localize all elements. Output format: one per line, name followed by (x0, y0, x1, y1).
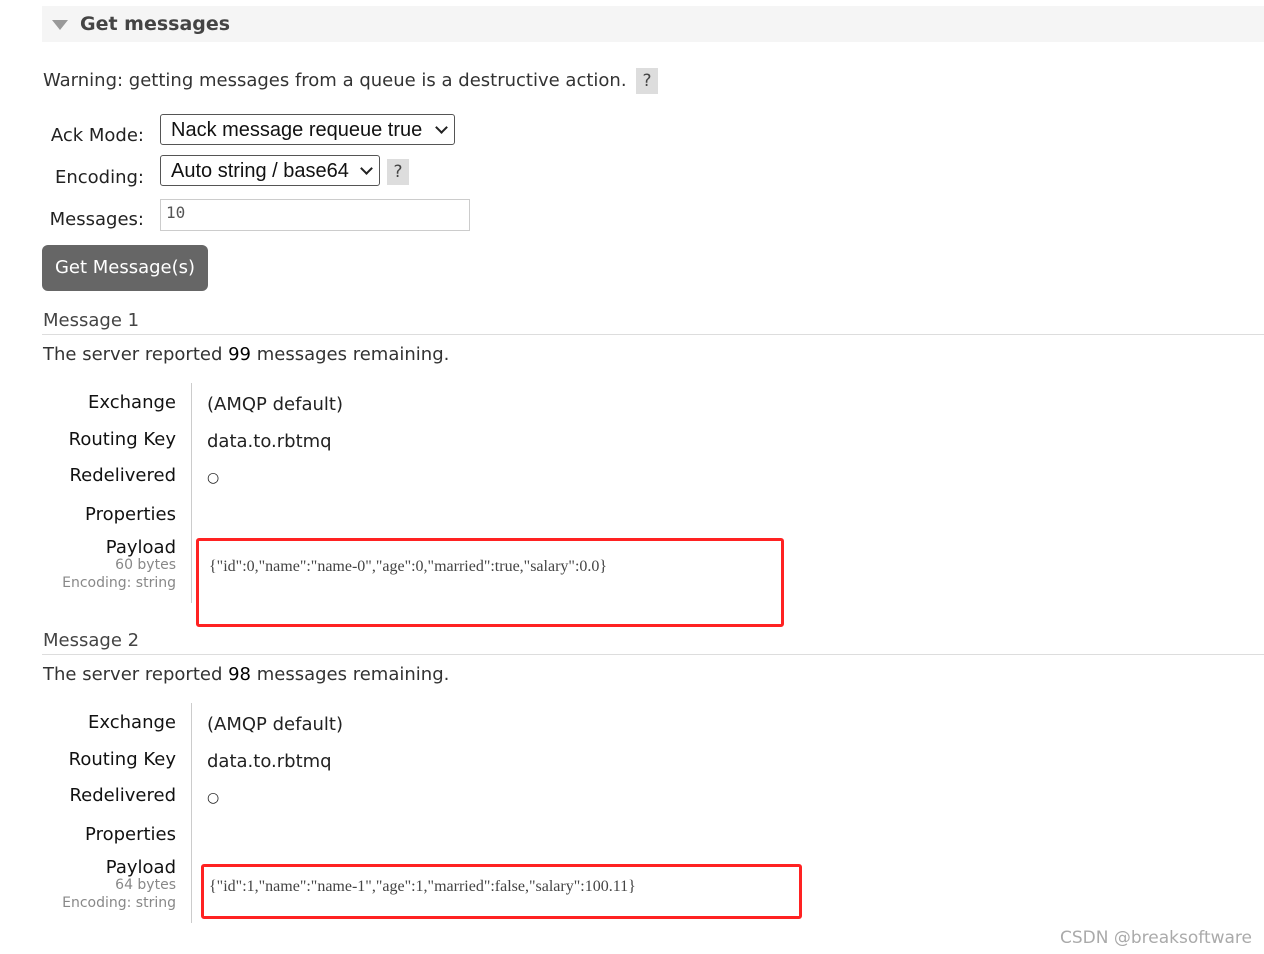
ack-mode-select[interactable]: Nack message requeue true (160, 114, 455, 145)
payload-encoding: Encoding: string (62, 895, 176, 911)
remaining-text: The server reported 98 messages remainin… (43, 664, 449, 685)
exchange-label: Exchange (88, 392, 176, 413)
remaining-count: 98 (228, 664, 252, 685)
ack-mode-label: Ack Mode: (50, 125, 144, 146)
payload-label: Payload (105, 857, 176, 878)
message-1: Message 1 The server reported 99 message… (0, 310, 1264, 630)
payload-value: {"id":0,"name":"name-0","age":0,"married… (209, 558, 608, 575)
payload-value: {"id":1,"name":"name-1","age":1,"married… (209, 878, 636, 895)
message-title: Message 2 (43, 630, 140, 651)
exchange-label: Exchange (88, 712, 176, 733)
watermark: CSDN @breaksoftware (1060, 928, 1253, 948)
section-header-get-messages[interactable]: Get messages (42, 6, 1264, 42)
redelivered-value: ○ (207, 790, 220, 806)
chevron-down-icon (435, 121, 448, 134)
encoding-value: Auto string / base64 (171, 160, 349, 182)
message-title: Message 1 (43, 310, 140, 331)
routing-key-label: Routing Key (68, 429, 176, 450)
section-title: Get messages (80, 13, 231, 35)
messages-input[interactable]: 10 (160, 199, 470, 231)
routing-key-label: Routing Key (68, 749, 176, 770)
ack-mode-value: Nack message requeue true (171, 119, 423, 141)
divider (42, 654, 1264, 655)
triangle-down-icon[interactable] (52, 20, 68, 30)
payload-encoding: Encoding: string (62, 575, 176, 591)
warning-text: Warning: getting messages from a queue i… (43, 70, 627, 91)
get-messages-button[interactable]: Get Message(s) (42, 245, 208, 291)
remaining-text: The server reported 99 messages remainin… (43, 344, 449, 365)
remaining-suffix: messages remaining. (251, 344, 450, 365)
payload-size: 64 bytes (115, 877, 176, 893)
redelivered-label: Redelivered (69, 465, 176, 486)
payload-label: Payload (105, 537, 176, 558)
remaining-prefix: The server reported (43, 344, 229, 365)
remaining-count: 99 (228, 344, 252, 365)
remaining-suffix: messages remaining. (251, 664, 450, 685)
chevron-down-icon (360, 162, 373, 175)
encoding-select[interactable]: Auto string / base64 (160, 155, 380, 186)
table-divider (191, 703, 192, 923)
highlight-box (196, 538, 784, 627)
properties-label: Properties (85, 824, 176, 845)
payload-size: 60 bytes (115, 557, 176, 573)
remaining-prefix: The server reported (43, 664, 229, 685)
help-button[interactable]: ? (636, 68, 658, 94)
messages-label: Messages: (49, 209, 144, 230)
divider (42, 334, 1264, 335)
redelivered-value: ○ (207, 470, 220, 486)
message-2: Message 2 The server reported 98 message… (0, 630, 1264, 950)
redelivered-label: Redelivered (69, 785, 176, 806)
exchange-value: (AMQP default) (207, 394, 343, 415)
exchange-value: (AMQP default) (207, 714, 343, 735)
routing-key-value: data.to.rbtmq (207, 431, 332, 452)
routing-key-value: data.to.rbtmq (207, 751, 332, 772)
properties-label: Properties (85, 504, 176, 525)
encoding-label: Encoding: (54, 167, 144, 188)
encoding-help-button[interactable]: ? (387, 159, 409, 185)
table-divider (191, 383, 192, 603)
